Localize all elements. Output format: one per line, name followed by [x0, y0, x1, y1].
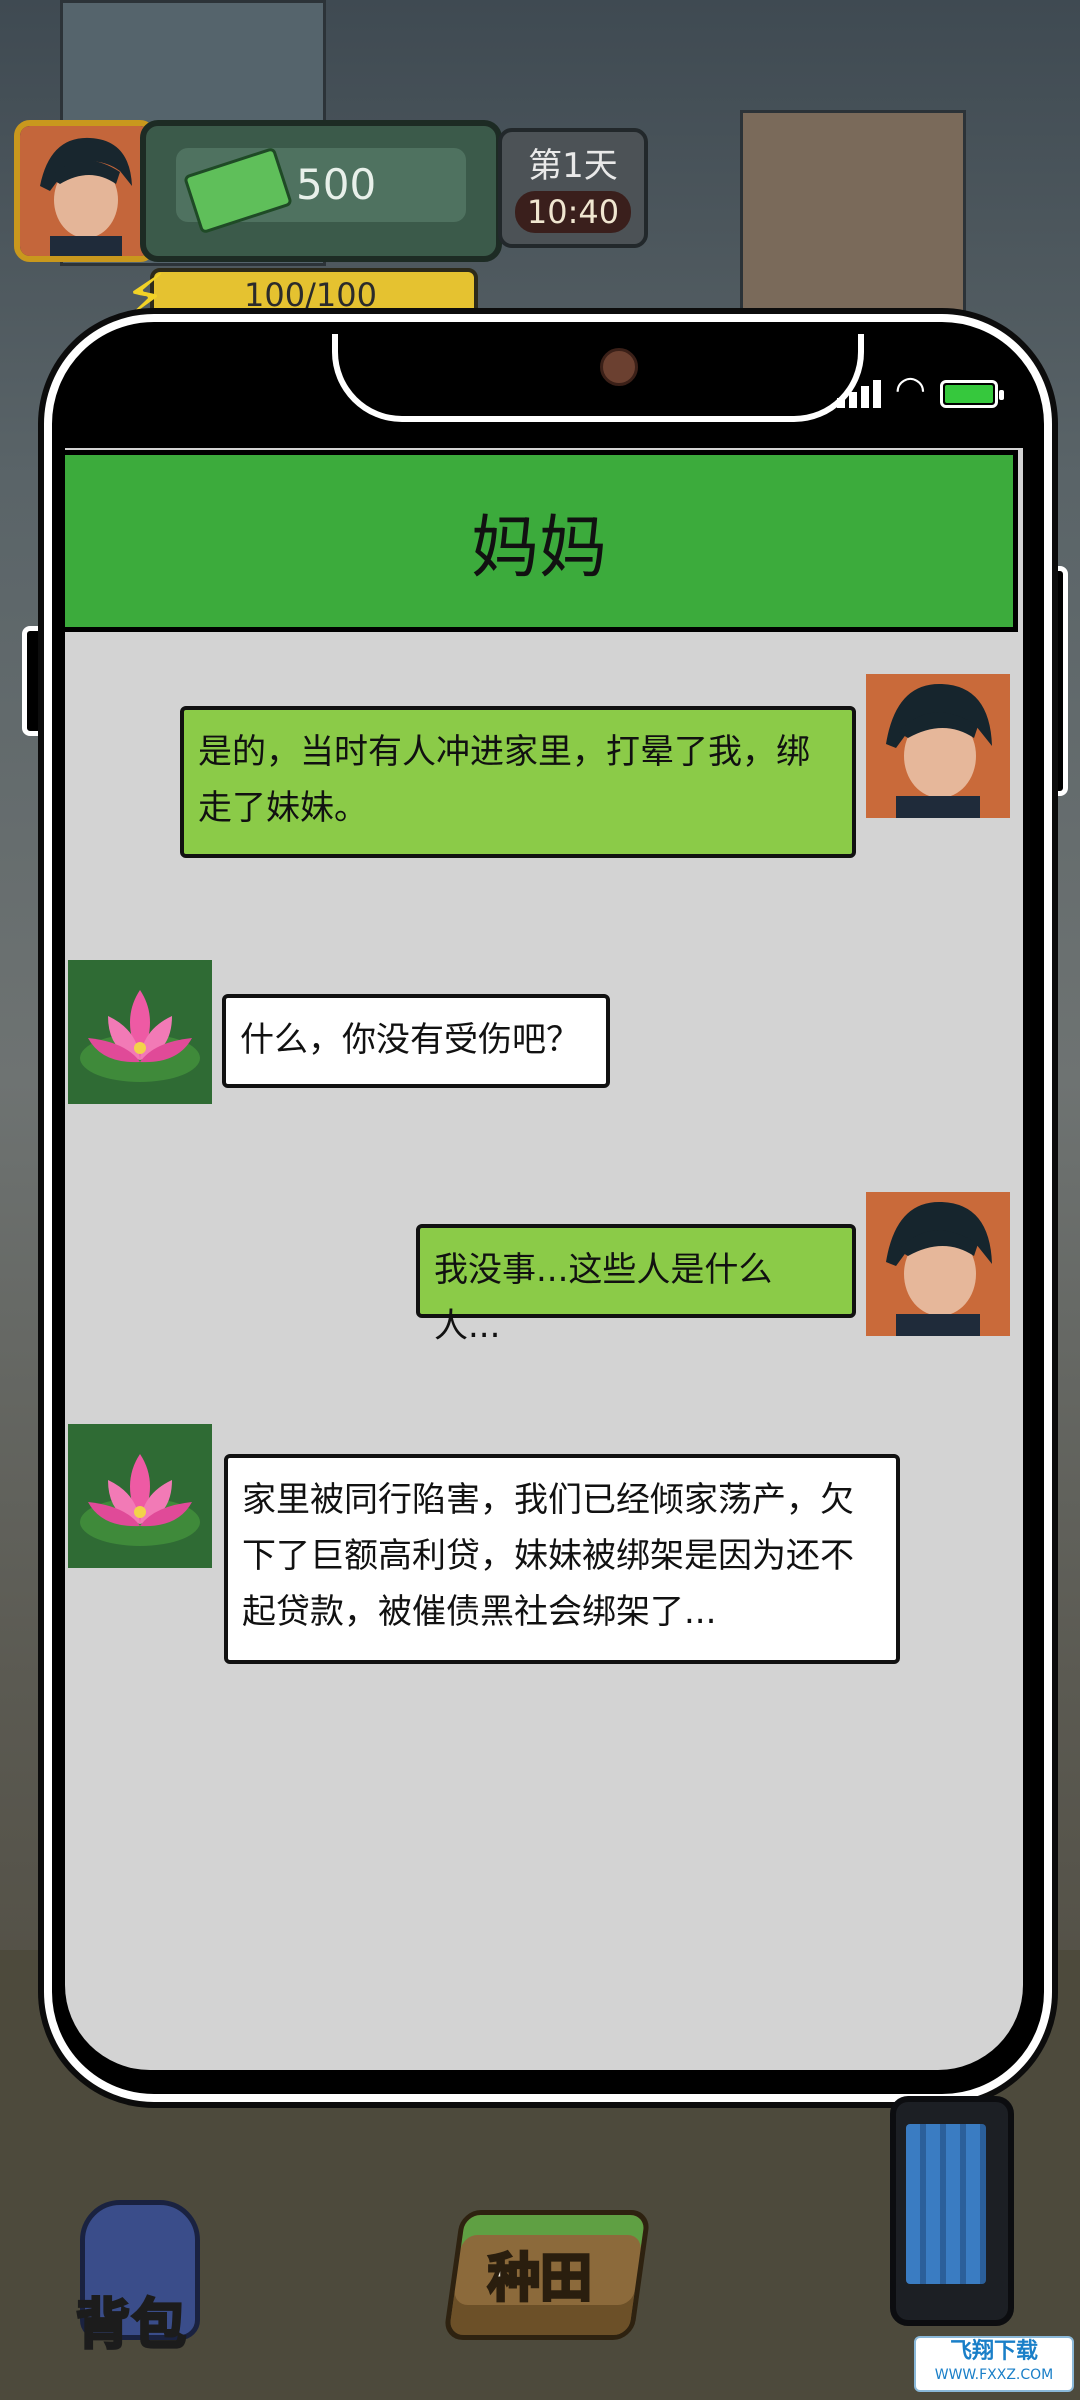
money-value: 500 [296, 160, 377, 209]
message-bubble-sent: 是的，当时有人冲进家里，打晕了我，绑走了妹妹。 [180, 706, 856, 858]
status-bar: ◠ [836, 368, 1004, 410]
message-text: 什么，你没有受伤吧？ [240, 1020, 580, 1060]
contact-name: 妈妈 [470, 508, 607, 588]
time-label: 10:40 [514, 191, 632, 233]
lotus-icon [68, 1424, 212, 1568]
energy-value: 100/100 [244, 276, 377, 314]
camera-icon [600, 348, 638, 386]
message-bubble-received: 家里被同行陷害，我们已经倾家荡产，欠下了巨额高利贷，妹妹被绑架是因为还不起贷款，… [224, 1454, 900, 1664]
cash-icon [182, 146, 294, 235]
player-portrait-icon [20, 126, 150, 256]
lotus-icon [68, 960, 212, 1104]
watermark-main: 飞翔下载 [949, 2339, 1038, 2364]
message-text: 是的，当时有人冲进家里，打晕了我，绑走了妹妹。 [198, 732, 810, 828]
money-panel: 500 [140, 120, 502, 262]
day-label: 第1天 [528, 146, 618, 186]
my-avatar [866, 1192, 1010, 1336]
player-avatar[interactable] [14, 120, 156, 262]
mom-avatar [68, 1424, 212, 1568]
player-portrait-icon [866, 674, 1010, 818]
signal-icon [836, 380, 881, 408]
day-time-panel: 第1天 10:40 [498, 128, 648, 248]
message-bubble-sent: 我没事...这些人是什么人... [416, 1224, 856, 1346]
phone-notch [332, 334, 864, 422]
battery-icon [940, 380, 1004, 408]
message-bubble-received: 什么，你没有受伤吧？ [222, 994, 610, 1088]
watermark-logo: 飞翔下载 WWW.FXXZ.COM [914, 2336, 1074, 2392]
chat-header: 妈妈 [60, 450, 1018, 632]
message-text: 家里被同行陷害，我们已经倾家荡产，欠下了巨额高利贷，妹妹被绑架是因为还不起贷款，… [242, 1480, 854, 1632]
watermark-sub: WWW.FXXZ.COM [934, 2367, 1054, 2383]
backpack-button-label[interactable]: 背包 [75, 2280, 188, 2359]
farm-button-label[interactable]: 种田 [486, 2236, 593, 2311]
wifi-icon: ◠ [894, 369, 926, 410]
phone-button[interactable] [890, 2096, 1014, 2326]
phone-screen-icon [906, 2124, 986, 2284]
player-portrait-icon [866, 1192, 1010, 1336]
my-avatar [866, 674, 1010, 818]
mom-avatar [68, 960, 212, 1104]
